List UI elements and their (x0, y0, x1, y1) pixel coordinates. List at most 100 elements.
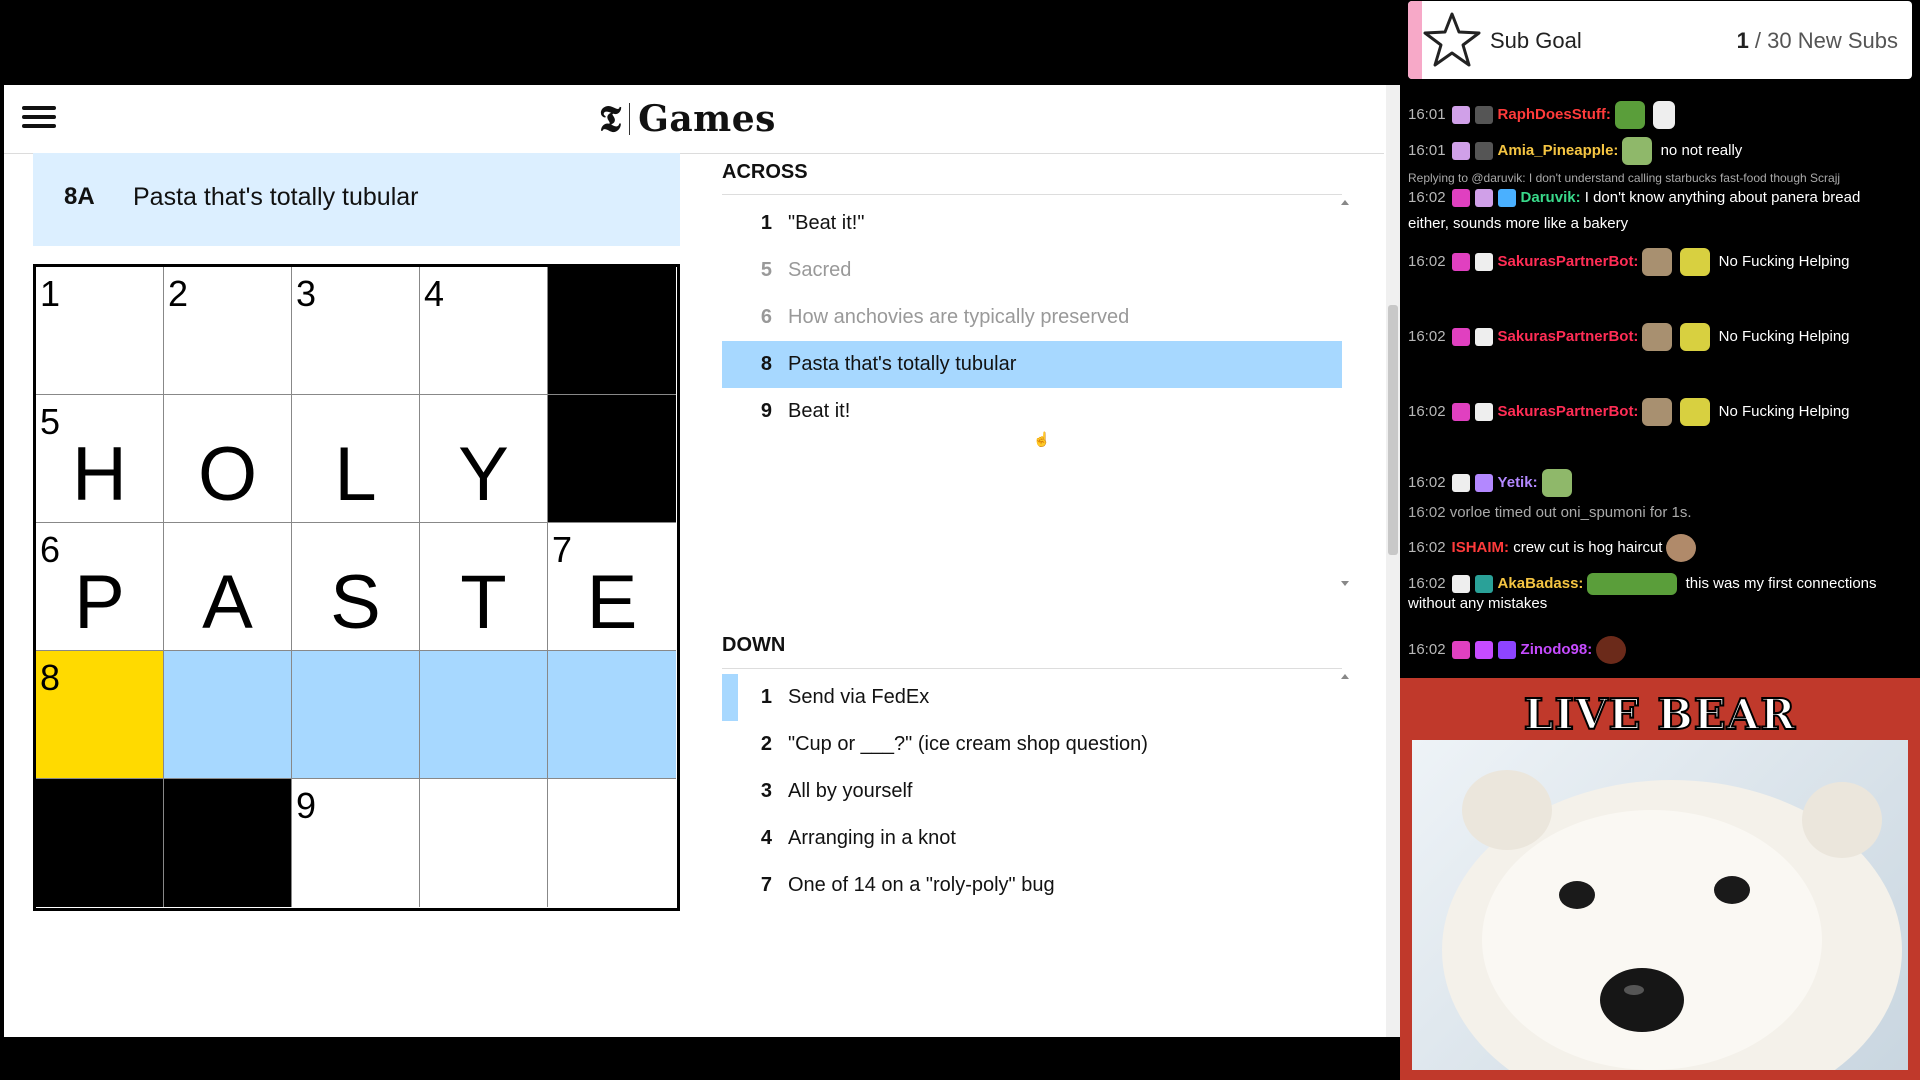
grid-cell[interactable]: 2 (164, 267, 292, 395)
cell-number: 4 (424, 273, 445, 314)
clue-text: Send via FedEx (788, 686, 930, 708)
grid-cell[interactable]: 9 (292, 779, 420, 907)
clue-item[interactable]: 4 Arranging in a knot (722, 815, 1342, 862)
scroll-up-icon[interactable] (1341, 200, 1349, 205)
page-scrollbar[interactable] (1386, 85, 1400, 1037)
grid-cell[interactable]: O (164, 395, 292, 523)
clue-number: 4 (760, 827, 772, 849)
grid-cell-highlighted[interactable] (164, 651, 292, 779)
emote-icon (1596, 636, 1627, 664)
cell-letter: E (586, 560, 638, 645)
down-scrollbar[interactable] (1341, 674, 1349, 1037)
pepe-emote-icon (1680, 323, 1711, 351)
bear-emote-icon (1642, 248, 1673, 276)
grid-cell[interactable]: 4 (420, 267, 548, 395)
badge-icon (1497, 641, 1516, 659)
heart-badge-icon (1451, 641, 1470, 659)
chat-message: 16:02 SakurasPartnerBot: No Fucking Helpi… (1408, 323, 1904, 351)
heart-badge-icon (1451, 189, 1470, 208)
sub-goal-widget: Sub Goal 1 / 30 New Subs (1408, 1, 1912, 79)
badge-icon (1474, 403, 1493, 421)
clue-item[interactable]: 3 All by yourself (722, 768, 1342, 815)
scroll-down-icon[interactable] (1341, 581, 1349, 586)
grid-cell[interactable]: 1 (36, 267, 164, 395)
scroll-up-icon[interactable] (1341, 674, 1349, 679)
grid-cell-selected[interactable]: 8 (36, 651, 164, 779)
grid-cell[interactable]: T (420, 523, 548, 651)
grid-cell[interactable]: 5H (36, 395, 164, 523)
sub-goal-total: / 30 New Subs (1748, 28, 1898, 53)
active-clue-bar[interactable]: 8A Pasta that's totally tubular (33, 153, 680, 246)
gift-badge-icon (1474, 474, 1493, 492)
chat-username[interactable]: Zinodo98: (1521, 641, 1593, 658)
chat-timestamp: 16:02 (1408, 538, 1446, 556)
nyt-games-logo[interactable]: 𝕿 Games (599, 97, 776, 141)
chat-text: crew cut is hog haircut (1513, 538, 1663, 556)
clue-text: Pasta that's totally tubular (788, 353, 1017, 375)
chat-message: 16:02 SakurasPartnerBot: No Fucking Helpi… (1408, 398, 1904, 426)
grid-cell-highlighted[interactable] (292, 651, 420, 779)
chat-username[interactable]: Daruvik: (1521, 189, 1581, 206)
crossword-game-window: 𝕿 Games 8A Pasta that's totally tubular … (4, 85, 1400, 1037)
nyt-t-logo-icon: 𝕿 (599, 97, 622, 140)
clue-number: 8 (760, 353, 772, 375)
pepe-emote-icon (1622, 137, 1653, 165)
clue-item-active[interactable]: 8 Pasta that's totally tubular (722, 341, 1342, 388)
grid-cell[interactable]: 3 (292, 267, 420, 395)
clue-number: 9 (760, 400, 772, 422)
badge-icon (1451, 474, 1470, 492)
grid-cell[interactable]: L (292, 395, 420, 523)
badge-icon (1474, 142, 1493, 160)
chat-username[interactable]: SakurasPartnerBot: (1498, 403, 1639, 420)
clue-item[interactable]: 1 "Beat it!" (722, 200, 1342, 247)
clue-number: 7 (760, 874, 772, 896)
grid-cell[interactable]: A (164, 523, 292, 651)
clue-item-solved[interactable]: 5 Sacred (722, 247, 1342, 294)
cell-number: 1 (40, 273, 61, 314)
chat-username[interactable]: ISHAIM: (1452, 539, 1510, 556)
clue-number: 6 (760, 306, 772, 328)
grid-cell-black (548, 267, 676, 395)
scrollbar-thumb[interactable] (1388, 305, 1398, 555)
grid-cell[interactable]: Y (420, 395, 548, 523)
chat-username[interactable]: Yetik: (1498, 474, 1538, 491)
clue-item-crossing[interactable]: 1 Send via FedEx (722, 674, 1342, 721)
across-heading: ACROSS (722, 161, 808, 183)
clue-number: 5 (760, 259, 772, 281)
across-clue-list: 1 "Beat it!" 5 Sacred 6 How anchovies are t… (722, 194, 1342, 587)
cell-letter: Y (458, 432, 509, 517)
grid-cell[interactable]: S (292, 523, 420, 651)
clue-item[interactable]: 7 One of 14 on a "roly-poly" bug (722, 862, 1342, 909)
cell-number: 2 (168, 273, 189, 314)
grid-cell[interactable]: 6P (36, 523, 164, 651)
chat-username[interactable]: Amia_Pineapple: (1498, 142, 1619, 159)
heart-badge-icon (1451, 328, 1470, 346)
clue-item-solved[interactable]: 6 How anchovies are typically preserved (722, 294, 1342, 341)
chat-username[interactable]: SakurasPartnerBot: (1498, 253, 1639, 270)
chat-timestamp: 16:01 (1408, 141, 1446, 159)
chat-username[interactable]: AkaBadass: (1498, 575, 1584, 592)
polar-bear-image (1412, 740, 1908, 1070)
clue-text: All by yourself (788, 780, 913, 802)
chat-username[interactable]: RaphDoesStuff: (1498, 106, 1611, 123)
chat-username[interactable]: SakurasPartnerBot: (1498, 328, 1639, 345)
grid-cell-highlighted[interactable] (420, 651, 548, 779)
cell-letter: P (74, 560, 125, 645)
badge-icon (1474, 575, 1493, 593)
chat-text: No Fucking Helping (1718, 252, 1850, 270)
cell-letter: H (72, 432, 127, 517)
chat-message: 16:01 RaphDoesStuff: (1408, 101, 1904, 129)
grid-cell[interactable]: 7E (548, 523, 676, 651)
grid-cell[interactable] (548, 779, 676, 907)
grid-cell[interactable] (420, 779, 548, 907)
clue-item[interactable]: 2 "Cup or ___?" (ice cream shop question) (722, 721, 1342, 768)
across-scrollbar[interactable] (1341, 200, 1349, 586)
down-clue-list: 1 Send via FedEx 2 "Cup or ___?" (ice crea… (722, 668, 1342, 1037)
chat-text: no not really (1660, 141, 1743, 159)
clue-item[interactable]: 9 Beat it! (722, 388, 1342, 435)
cell-number: 8 (40, 657, 61, 698)
cell-letter: S (330, 560, 381, 645)
menu-icon[interactable] (22, 101, 56, 135)
grid-cell-highlighted[interactable] (548, 651, 676, 779)
clue-text: Sacred (788, 259, 852, 281)
